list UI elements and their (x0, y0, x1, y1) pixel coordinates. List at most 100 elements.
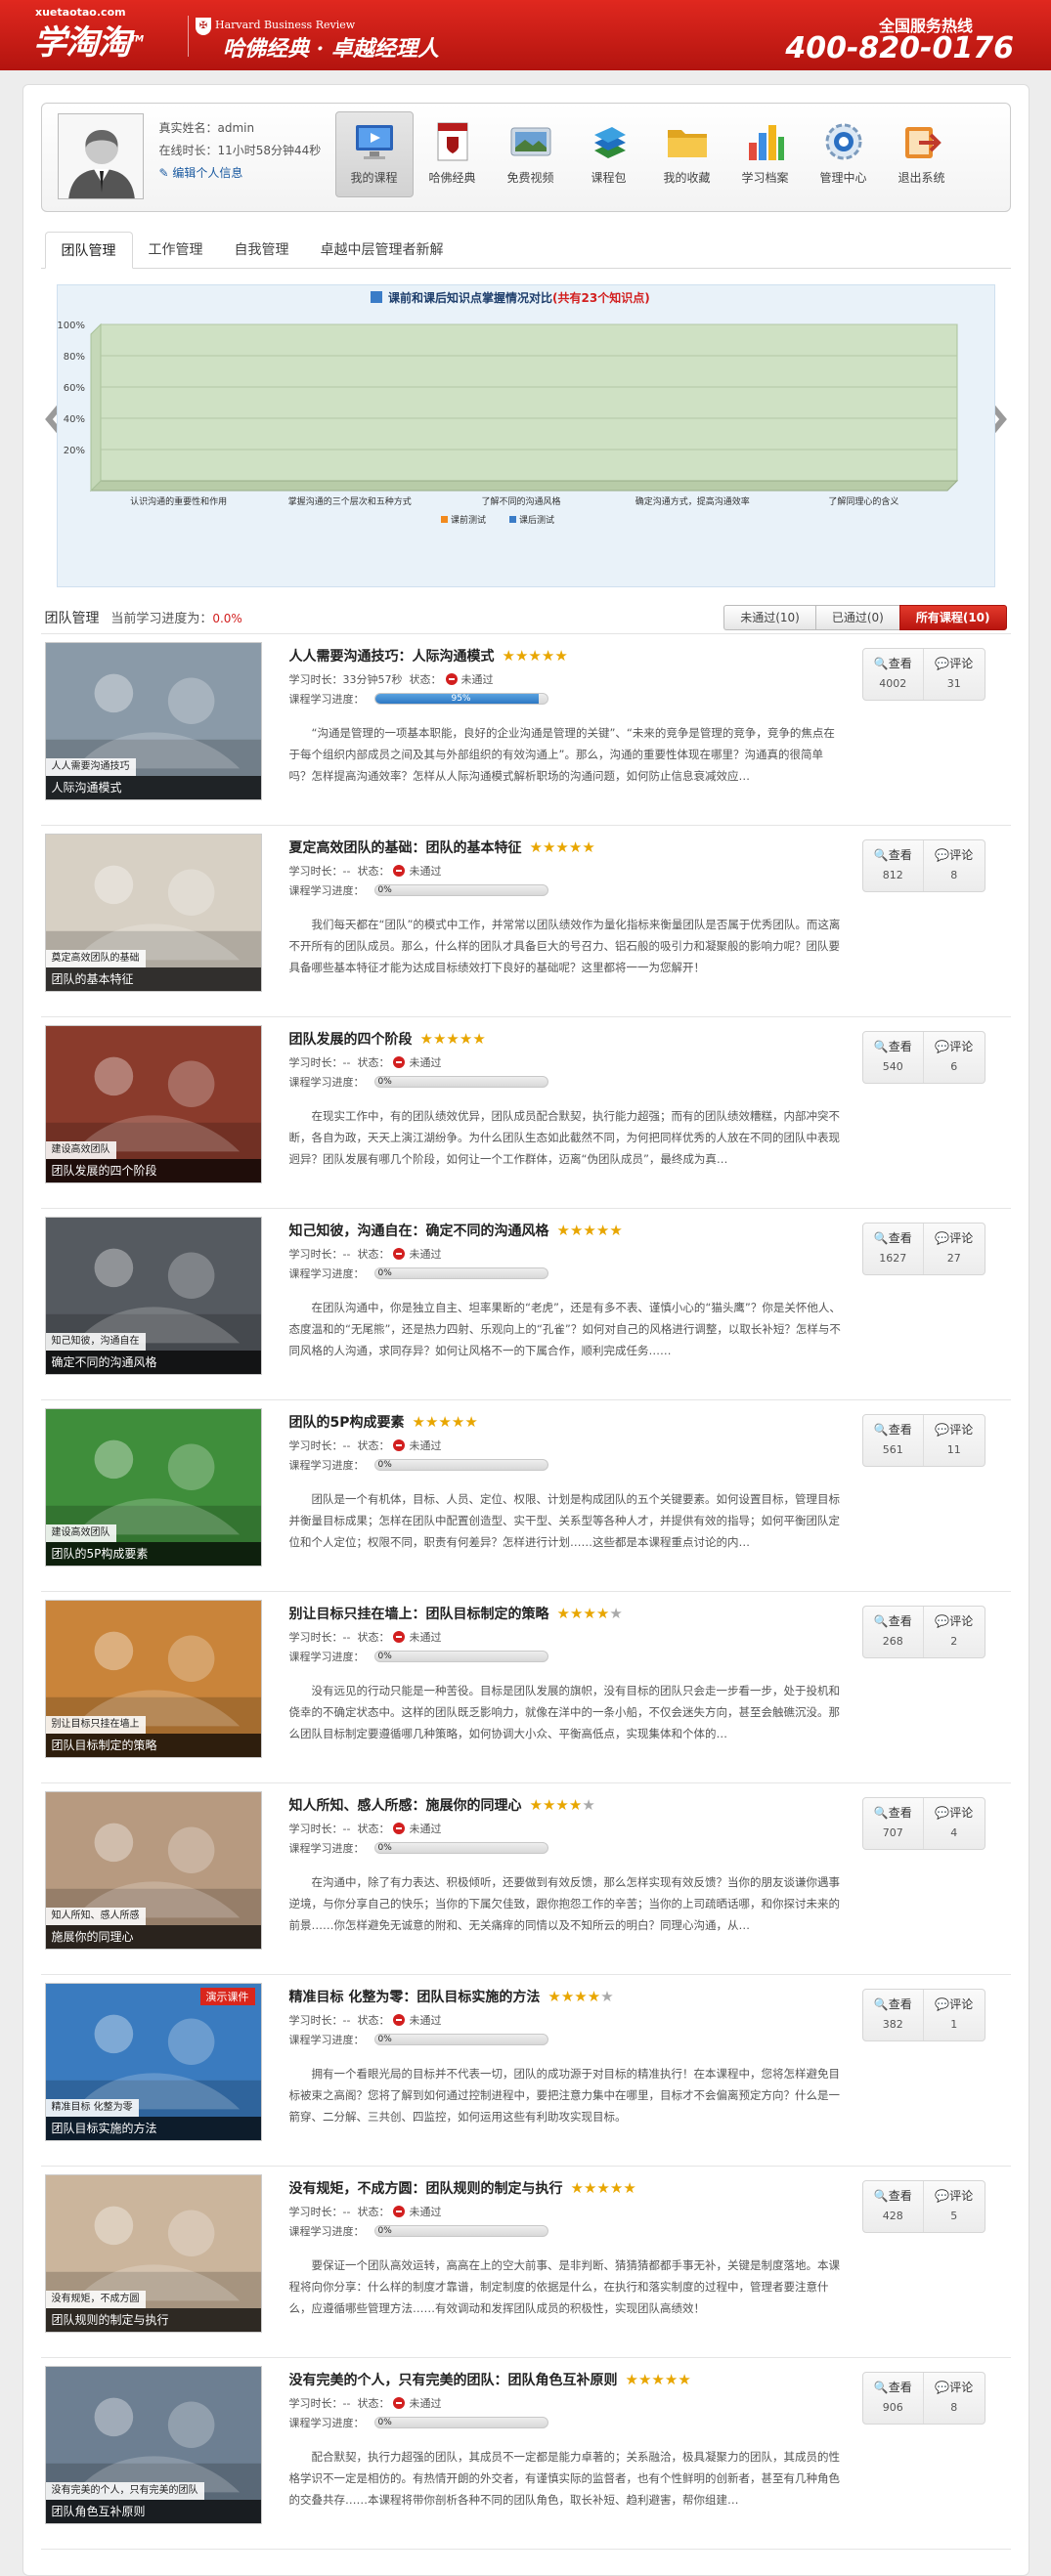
view-button[interactable]: 🔍 查看 540 (863, 1032, 924, 1083)
duration-label: 学习时长： (288, 865, 343, 878)
progress-row: 课程学习进度： 0% (289, 1840, 845, 1856)
comment-button[interactable]: 💬 评论 4 (923, 1798, 985, 1849)
comment-button[interactable]: 💬 评论 31 (923, 649, 985, 700)
tab-3[interactable]: 自我管理 (219, 232, 305, 268)
star-icon: ★ (451, 1412, 465, 1431)
nav-item-5[interactable]: 我的收藏 (648, 111, 726, 197)
chart-y-tick-label: 40% (63, 414, 84, 425)
view-button[interactable]: 🔍 查看 1627 (863, 1224, 924, 1274)
comment-button[interactable]: 💬 评论 6 (923, 1032, 985, 1083)
view-count: 707 (882, 1826, 903, 1839)
comment-button[interactable]: 💬 评论 5 (923, 2181, 985, 2232)
course-meta: 学习时长： -- 状态： 未通过 (289, 2204, 845, 2219)
harvard-shield-icon: ✠ (196, 18, 211, 35)
view-button[interactable]: 🔍 查看 812 (863, 840, 924, 891)
tab-2[interactable]: 工作管理 (133, 232, 219, 268)
main-container: 真实姓名：admin 在线时长：11小时58分钟44秒 ✎ 编辑个人信息 我的课… (22, 84, 1029, 2576)
status-label: 状态： (350, 2014, 390, 2027)
comment-text: 评论 (949, 1997, 974, 2011)
course-item: 建设高效团队 团队的5P构成要素 团队的5P构成要素 ★ ★ ★ ★ ★ 学习时长： -- 状态：… (40, 1400, 1011, 1592)
star-icon: ★ (623, 2178, 636, 2197)
course-title[interactable]: 知己知彼，沟通自在：确定不同的沟通风格 ★ ★ ★ ★ ★ (289, 1221, 845, 1240)
comment-button[interactable]: 💬 评论 8 (923, 2373, 985, 2424)
course-meta: 学习时长： -- 状态： 未通过 (289, 2395, 845, 2411)
view-count: 812 (882, 869, 903, 881)
nav-item-6[interactable]: 学习档案 (726, 111, 805, 197)
course-title[interactable]: 精准目标 化整为零：团队目标实施的方法 ★ ★ ★ ★ ★ (289, 1987, 845, 2006)
nav-item-8[interactable]: 退出系统 (883, 111, 961, 197)
comment-button[interactable]: 💬 评论 1 (923, 1990, 985, 2040)
duration-value: 33分钟57秒 (342, 673, 403, 686)
course-thumbnail[interactable]: 没有完美的个人，只有完美的团队 团队角色互补原则 (44, 2366, 262, 2524)
course-thumbnail[interactable]: 没有规矩，不成方圆 团队规则的制定与执行 (44, 2174, 262, 2333)
view-button[interactable]: 🔍 查看 707 (863, 1798, 924, 1849)
nav-item-2[interactable]: 哈佛经典 (414, 111, 492, 197)
thumbnail-caption: 团队角色互补原则 (45, 2500, 261, 2523)
comment-button[interactable]: 💬 评论 11 (923, 1415, 985, 1466)
tab-4[interactable]: 卓越中层管理者新解 (305, 232, 460, 268)
course-thumbnail[interactable]: 建设高效团队 团队发展的四个阶段 (44, 1025, 262, 1183)
progress-text: 0% (377, 1268, 392, 1278)
view-button[interactable]: 🔍 查看 4002 (863, 649, 924, 700)
course-title-text: 精准目标 化整为零：团队目标实施的方法 (288, 1990, 541, 2005)
status-label: 状态： (350, 2397, 390, 2410)
speech-bubble-icon: 💬 (935, 1996, 950, 2011)
nav-item-label: 免费视频 (506, 171, 554, 185)
comment-button[interactable]: 💬 评论 27 (923, 1224, 985, 1274)
tab-1[interactable]: 团队管理 (44, 232, 133, 269)
rating-stars: ★ ★ ★ ★ ★ (420, 1031, 486, 1047)
course-item: 奠定高效团队的基础 团队的基本特征 夏定高效团队的基础：团队的基本特征 ★ ★ ★ ★ ★ 学习… (40, 826, 1011, 1017)
status-value: 未通过 (409, 2397, 442, 2410)
comment-text: 评论 (949, 657, 974, 670)
course-title[interactable]: 知人所知、感人所感：施展你的同理心 ★ ★ ★ ★ ★ (289, 1795, 845, 1815)
nav-item-4[interactable]: 课程包 (570, 111, 648, 197)
course-thumbnail[interactable]: 演示课件 精准目标 化整为零 团队目标实施的方法 (44, 1983, 262, 2141)
nav-item-1[interactable]: 我的课程 (334, 111, 414, 197)
course-thumbnail[interactable]: 建设高效团队 团队的5P构成要素 (44, 1408, 262, 1567)
status-fail-icon (393, 1056, 406, 1068)
demo-badge: 演示课件 (199, 1988, 255, 2005)
chart-x-tick-label: 了解不同的沟通风格 (481, 495, 560, 507)
view-button[interactable]: 🔍 查看 561 (863, 1415, 924, 1466)
edit-profile-link[interactable]: ✎ 编辑个人信息 (159, 162, 322, 185)
course-title[interactable]: 夏定高效团队的基础：团队的基本特征 ★ ★ ★ ★ ★ (289, 837, 845, 857)
course-title[interactable]: 没有完美的个人，只有完美的团队：团队角色互补原则 ★ ★ ★ ★ ★ (289, 2370, 845, 2389)
view-button[interactable]: 🔍 查看 382 (863, 1990, 924, 2040)
course-thumbnail[interactable]: 别让目标只挂在墙上 团队目标制定的策略 (44, 1600, 262, 1758)
nav-item-3[interactable]: 免费视频 (492, 111, 570, 197)
filter-button-2[interactable]: 已通过(0) (814, 604, 899, 630)
course-title[interactable]: 团队的5P构成要素 ★ ★ ★ ★ ★ (289, 1412, 845, 1432)
course-thumbnail[interactable]: 知己知彼，沟通自在 确定不同的沟通风格 (44, 1217, 262, 1375)
comment-button[interactable]: 💬 评论 8 (923, 840, 985, 891)
course-thumbnail[interactable]: 奠定高效团队的基础 团队的基本特征 (44, 834, 262, 992)
site-logo[interactable]: 学淘淘TM (33, 16, 144, 64)
course-thumbnail[interactable]: 人人需要沟通技巧 人际沟通模式 (44, 642, 262, 800)
view-button[interactable]: 🔍 查看 428 (863, 2181, 924, 2232)
course-meta: 学习时长： -- 状态： 未通过 (289, 2012, 845, 2028)
course-thumbnail[interactable]: 知人所知、感人所感 施展你的同理心 (44, 1791, 262, 1950)
status-value: 未通过 (409, 2014, 442, 2027)
comment-button[interactable]: 💬 评论 2 (923, 1607, 985, 1657)
duration-label: 学习时长： (288, 1823, 343, 1835)
filter-button-3[interactable]: 所有课程(10) (898, 604, 1007, 630)
duration-label: 学习时长： (288, 1439, 343, 1452)
duration-value: -- (342, 2396, 351, 2410)
filter-button-1[interactable]: 未通过(10) (723, 604, 815, 630)
chart-plot-back (100, 323, 957, 482)
view-button[interactable]: 🔍 查看 906 (863, 2373, 924, 2424)
progress-text: 0% (377, 1652, 392, 1661)
view-button[interactable]: 🔍 查看 268 (863, 1607, 924, 1657)
avatar[interactable] (57, 113, 144, 199)
nav-item-7[interactable]: 管理中心 (805, 111, 883, 197)
star-icon: ★ (583, 2178, 597, 2197)
thumbnail-subtitle: 建设高效团队 (45, 1141, 116, 1159)
course-title[interactable]: 没有规矩，不成方圆：团队规则的制定与执行 ★ ★ ★ ★ ★ (289, 2178, 845, 2198)
star-icon: ★ (568, 837, 583, 856)
course-title[interactable]: 别让目标只挂在墙上：团队目标制定的策略 ★ ★ ★ ★ ★ (289, 1604, 845, 1623)
course-title[interactable]: 团队发展的四个阶段 ★ ★ ★ ★ ★ (289, 1029, 845, 1049)
view-count: 906 (882, 2401, 903, 2414)
course-title-text: 没有规矩，不成方圆：团队规则的制定与执行 (288, 2181, 563, 2197)
course-title[interactable]: 人人需要沟通技巧：人际沟通模式 ★ ★ ★ ★ ★ (289, 646, 845, 665)
progress-text: 0% (377, 885, 392, 895)
course-body: 夏定高效团队的基础：团队的基本特征 ★ ★ ★ ★ ★ 学习时长： -- 状态： 未通过 课程学习… (289, 837, 845, 978)
